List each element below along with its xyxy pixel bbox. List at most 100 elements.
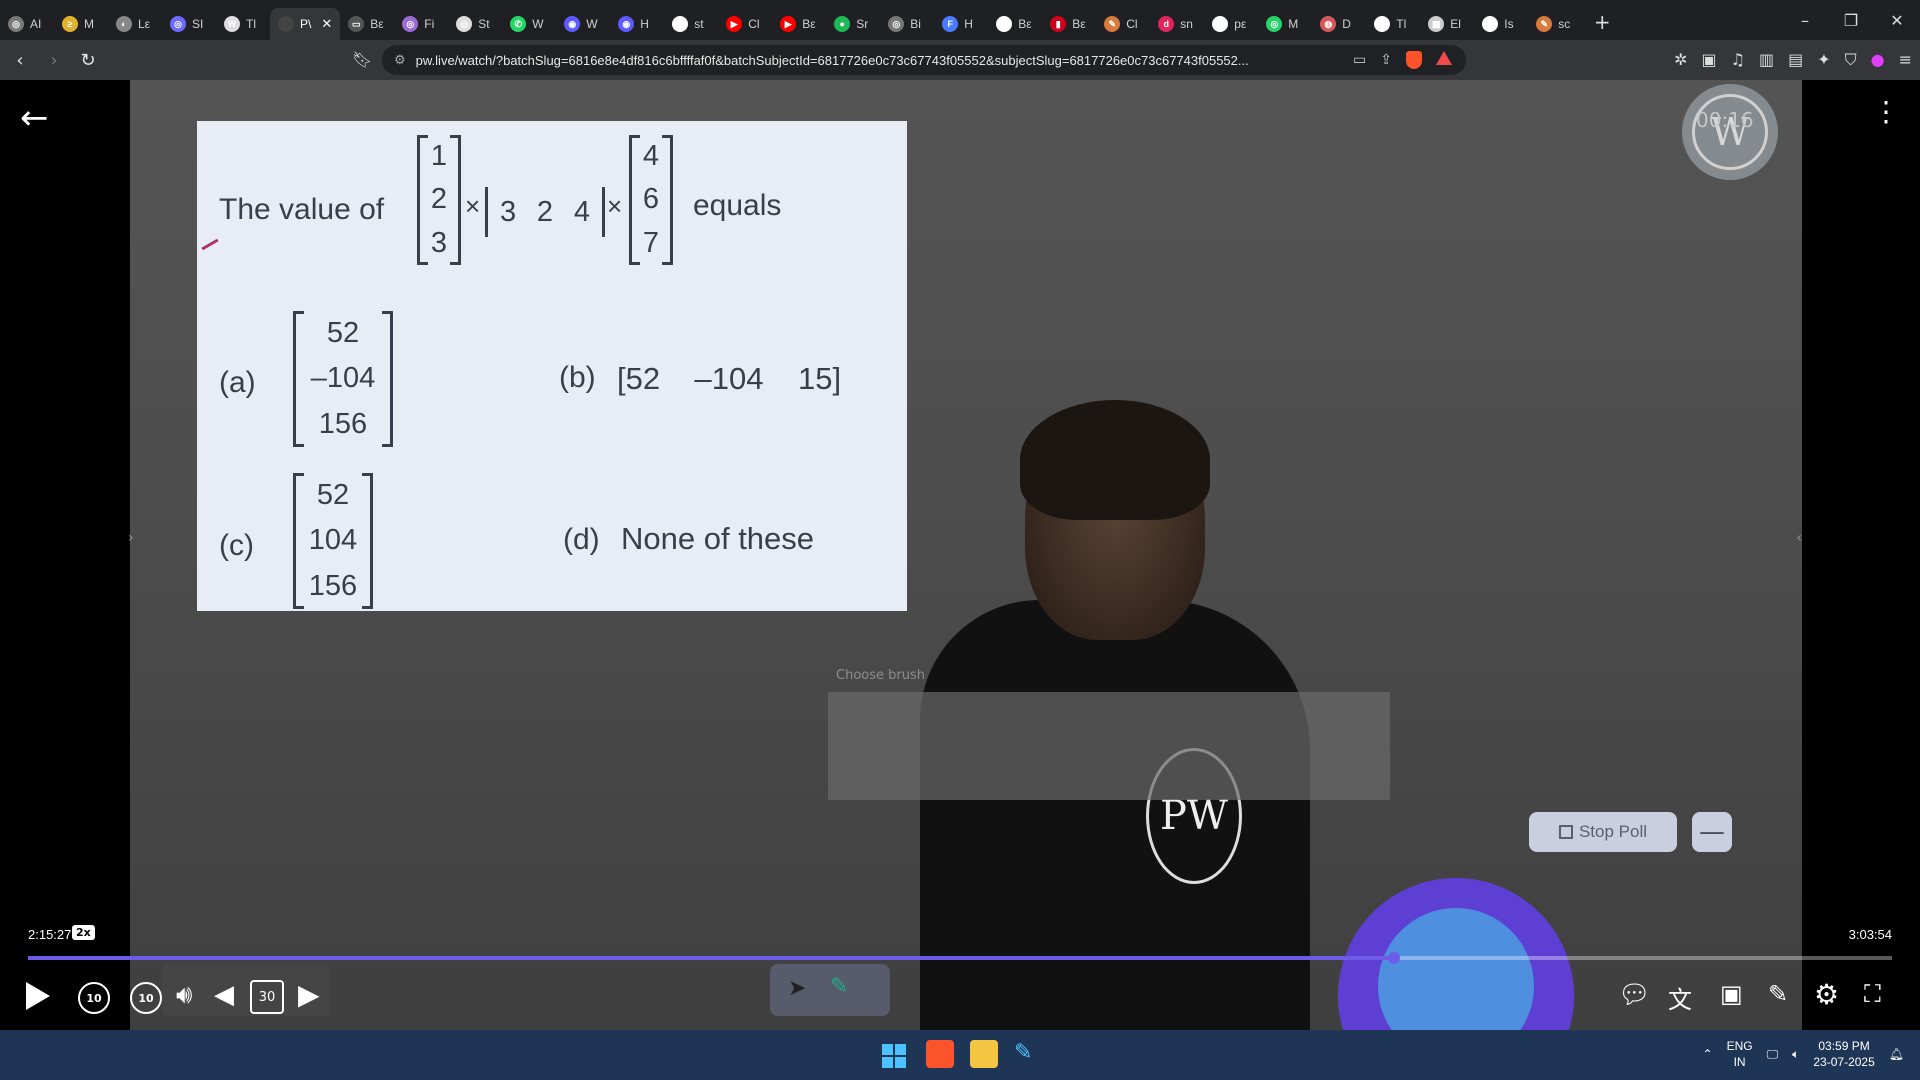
browser-tab[interactable]: ✎ Cl — [1096, 8, 1150, 40]
windows-start-icon[interactable] — [882, 1044, 906, 1068]
browser-tab[interactable]: ● Sr — [826, 8, 880, 40]
browser-tab[interactable]: ◎ Fi — [394, 8, 448, 40]
browser-tab[interactable]: Gst — [664, 8, 718, 40]
speed-badge[interactable]: 2x — [72, 925, 95, 940]
vpn-icon[interactable]: ⛉ — [1845, 50, 1857, 70]
prev-icon[interactable]: ◀ — [214, 980, 234, 1010]
tab-favicon-icon: ▶ — [780, 16, 797, 32]
back-arrow-icon[interactable]: ← — [20, 98, 49, 138]
close-window-button[interactable]: ✕ — [1874, 11, 1920, 30]
volume-icon[interactable]: 🔊︎ — [176, 980, 192, 1011]
browser-tab[interactable]: ▭ Bε — [340, 8, 394, 40]
matrix-a-2: 2 — [430, 183, 448, 216]
leo-icon[interactable]: ✦ — [1817, 50, 1830, 70]
minimize-button[interactable]: – — [1782, 11, 1828, 30]
thirty-icon[interactable]: 30 — [250, 980, 284, 1014]
share-icon[interactable]: ⇪ — [1380, 51, 1392, 69]
browser-tab[interactable]: W Tl — [216, 8, 270, 40]
new-tab-button[interactable]: + — [1582, 10, 1622, 34]
browser-tab[interactable]: ◐ Lε — [108, 8, 162, 40]
browser-tab[interactable]: G Tl — [1366, 8, 1420, 40]
media-icon[interactable]: ♫ — [1731, 50, 1745, 70]
bookmark-icon[interactable]: 🔖︎ — [352, 50, 372, 69]
tab-label: Bε — [802, 17, 816, 31]
address-bar[interactable]: ⚙︎ pw.live/watch/?batchSlug=6816e8e4df81… — [382, 45, 1466, 75]
browser-tab[interactable]: ≥ M — [54, 8, 108, 40]
browser-tab[interactable]: ◎ St — [448, 8, 502, 40]
tab-label: W — [586, 17, 598, 31]
tab-favicon-icon: G — [996, 16, 1013, 32]
browser-tab[interactable]: ◎ AI — [0, 8, 54, 40]
browser-tab[interactable]: ▦ El — [1420, 8, 1474, 40]
video-player[interactable]: ← ⋮ › ‹ PW Choose brush The value of 1 2… — [0, 80, 1920, 1030]
brave-taskbar-icon[interactable] — [926, 1040, 954, 1068]
network-icon[interactable]: 🖵︎ — [1767, 1047, 1779, 1062]
clock[interactable]: 03:59 PM 23-07-2025 — [1813, 1038, 1874, 1070]
extensions-icon[interactable]: ✲ — [1674, 50, 1687, 70]
browser-tab[interactable]: ◎ M — [1258, 8, 1312, 40]
stop-poll-button[interactable]: Stop Poll — [1529, 812, 1677, 852]
progress-bar[interactable] — [28, 952, 1892, 964]
browser-tab[interactable]: P\ ✕ — [270, 8, 341, 40]
browser-tab[interactable]: ✎ sc — [1528, 8, 1582, 40]
next-icon[interactable]: ▶ — [298, 978, 320, 1011]
speaker-icon[interactable]: 🔈︎ — [1792, 1047, 1799, 1062]
browser-tab[interactable]: d sn — [1150, 8, 1204, 40]
forward-10-icon[interactable]: 10 — [130, 982, 162, 1014]
notification-bell-icon[interactable]: 🔔︎ — [1889, 1047, 1904, 1061]
pip-icon[interactable]: ▣ — [1720, 980, 1743, 1008]
restore-button[interactable]: ❐ — [1828, 11, 1874, 30]
language-indicator[interactable]: ENG IN — [1727, 1038, 1753, 1070]
system-tray: ⌃ ENG IN 🖵︎ 🔈︎ 03:59 PM 23-07-2025 🔔︎ — [1703, 1038, 1904, 1070]
browser-tab[interactable]: ◎ Bi — [880, 8, 934, 40]
brave-shields-icon[interactable] — [1406, 51, 1422, 69]
play-icon[interactable] — [26, 982, 50, 1010]
screenshot-icon[interactable]: ▣ — [1701, 50, 1716, 70]
browser-tab[interactable]: ▶ Cl — [718, 8, 772, 40]
browser-tab[interactable]: ▶ Bε — [772, 8, 826, 40]
chat-icon[interactable]: 💬︎ — [1618, 980, 1651, 1010]
site-settings-icon[interactable]: ⚙︎ — [394, 52, 406, 68]
tray-chevron-icon[interactable]: ⌃ — [1703, 1047, 1713, 1061]
pw-logo: W — [1692, 94, 1768, 170]
matrix-c-3: 7 — [642, 226, 660, 259]
tab-label: Tl — [1396, 17, 1407, 31]
sidebar-icon[interactable]: ▥ — [1759, 50, 1774, 70]
notes-icon[interactable]: ✎ — [1768, 980, 1788, 1008]
browser-tab[interactable]: Gpε — [1204, 8, 1258, 40]
fullscreen-icon[interactable]: ⛶ — [1864, 980, 1881, 1008]
rewind-10-icon[interactable]: 10 — [78, 982, 110, 1014]
url-text[interactable]: pw.live/watch/?batchSlug=6816e8e4df816c6… — [416, 53, 1353, 68]
file-explorer-icon[interactable] — [970, 1040, 998, 1068]
menu-icon[interactable]: ≡ — [1899, 50, 1912, 70]
browser-tab[interactable]: ◉ H — [610, 8, 664, 40]
browser-tab[interactable]: G Is — [1474, 8, 1528, 40]
reload-button[interactable]: ↻ — [74, 50, 102, 71]
browser-tab[interactable]: ◍ D — [1312, 8, 1366, 40]
minimize-poll-button[interactable]: — — [1692, 812, 1732, 852]
pen-mark — [201, 238, 219, 251]
more-options-icon[interactable]: ⋮ — [1872, 98, 1900, 126]
browser-tab[interactable]: G Bε — [988, 8, 1042, 40]
chevron-left-icon[interactable]: ‹ — [1796, 530, 1802, 546]
chevron-right-icon[interactable]: › — [128, 530, 134, 546]
settings-icon[interactable]: ⚙ — [1814, 978, 1839, 1011]
profile-icon[interactable]: ● — [1871, 50, 1885, 70]
option-b-text: [52 –104 15] — [617, 361, 842, 396]
browser-tab[interactable]: ◉ W — [556, 8, 610, 40]
browser-tab[interactable]: ◎ SI — [162, 8, 216, 40]
tab-favicon-icon: ✆ — [510, 16, 527, 32]
pen-app-icon[interactable]: ✎ — [1014, 1040, 1042, 1068]
cast-icon[interactable]: ▭ — [1353, 51, 1366, 69]
browser-tab[interactable]: ▮ Bε — [1042, 8, 1096, 40]
wallet-icon[interactable]: ▤ — [1788, 50, 1803, 70]
browser-tab[interactable]: FH — [934, 8, 988, 40]
brave-rewards-icon[interactable] — [1436, 51, 1452, 65]
back-button[interactable]: ‹ — [6, 50, 34, 71]
browser-tab[interactable]: ✆ W — [502, 8, 556, 40]
matrix-c-1: 4 — [642, 140, 660, 173]
translate-icon[interactable]: 文 — [1668, 980, 1692, 1015]
forward-button[interactable]: › — [40, 50, 68, 71]
os-taskbar: ✎ ⌃ ENG IN 🖵︎ 🔈︎ 03:59 PM 23-07-2025 🔔︎ — [0, 1030, 1920, 1080]
close-tab-icon[interactable]: ✕ — [321, 16, 332, 32]
